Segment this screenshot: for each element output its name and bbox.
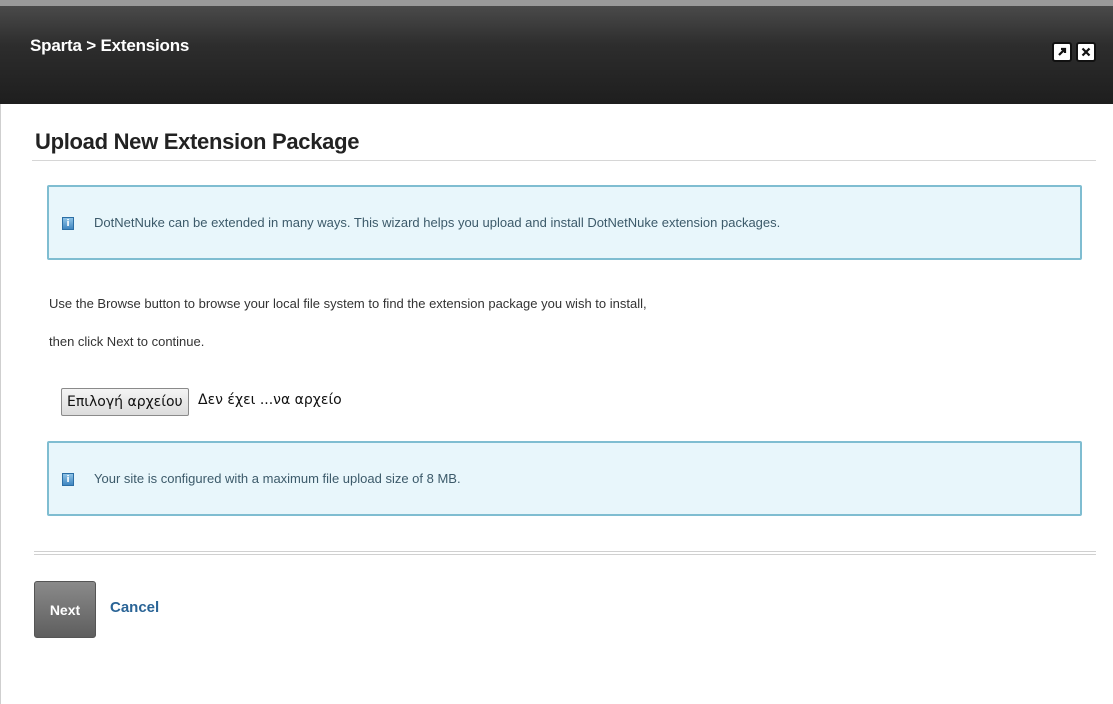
cancel-link[interactable]: Cancel	[110, 599, 159, 616]
next-button[interactable]: Next	[34, 581, 96, 638]
choose-file-button[interactable]: Επιλογή αρχείου	[61, 388, 189, 416]
instruction-line-2: then click Next to continue.	[49, 334, 205, 349]
close-button[interactable]	[1076, 42, 1096, 62]
window-titlebar: Sparta > Extensions	[0, 0, 1113, 104]
open-external-button[interactable]	[1052, 42, 1072, 62]
size-limit-info-box: i Your site is configured with a maximum…	[47, 441, 1082, 516]
close-icon	[1081, 47, 1091, 57]
intro-info-text: DotNetNuke can be extended in many ways.…	[94, 215, 781, 230]
info-icon: i	[62, 473, 74, 486]
file-status-text: Δεν έχει ...να αρχείο	[198, 392, 342, 408]
intro-info-box: i DotNetNuke can be extended in many way…	[47, 185, 1082, 260]
external-open-icon	[1058, 47, 1067, 56]
instruction-line-1: Use the Browse button to browse your loc…	[49, 296, 647, 311]
page-title: Upload New Extension Package	[35, 129, 360, 154]
window-title: Sparta > Extensions	[30, 36, 190, 55]
size-limit-text: Your site is configured with a maximum f…	[94, 471, 461, 486]
footer-divider	[34, 551, 1096, 555]
heading-divider	[32, 160, 1096, 161]
info-icon: i	[62, 217, 74, 230]
